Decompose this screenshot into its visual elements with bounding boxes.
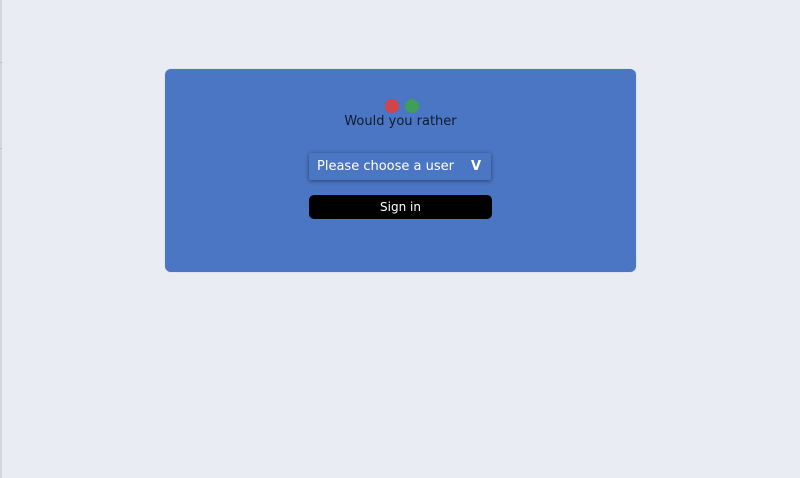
edge-marker — [0, 148, 2, 149]
user-select-dropdown[interactable]: Please choose a user V — [309, 153, 491, 180]
two-dots-logo-icon — [385, 99, 421, 113]
window-left-edge — [0, 0, 2, 478]
red-dot-icon — [385, 99, 399, 113]
user-select-value: Please choose a user — [317, 159, 454, 174]
edge-marker — [0, 62, 2, 63]
app-title: Would you rather — [344, 114, 457, 129]
chevron-down-icon: V — [470, 159, 481, 174]
sign-in-button[interactable]: Sign in — [309, 195, 492, 219]
green-dot-icon — [405, 99, 419, 113]
login-card: Would you rather Please choose a user V … — [165, 69, 636, 272]
